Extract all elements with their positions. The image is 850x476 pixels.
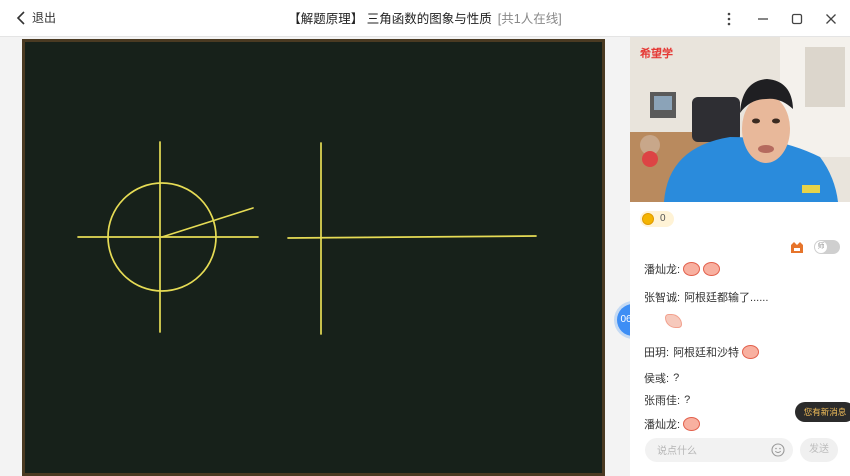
title-bar: 退出 【解题原理】 三角函数的图象与性质 [共1人在线] bbox=[0, 0, 850, 37]
chat-sender: 张智诚: bbox=[644, 292, 681, 304]
maximize-icon bbox=[791, 13, 803, 25]
lesson-title: 【解题原理】 三角函数的图象与性质 bbox=[288, 12, 492, 26]
chat-message: 田玥: 阿根廷和沙特 bbox=[644, 344, 760, 360]
more-vertical-icon bbox=[727, 12, 731, 26]
angle-ray bbox=[161, 207, 254, 238]
chat-message: 张智诚: 阿根廷都输了...... bbox=[644, 289, 768, 305]
chat-text: 阿根廷和沙特 bbox=[673, 347, 740, 359]
chat-message: 潘灿龙: bbox=[644, 416, 701, 432]
exit-label: 退出 bbox=[32, 11, 57, 25]
coin-icon bbox=[642, 213, 654, 225]
chat-message: 潘灿龙: bbox=[644, 261, 721, 277]
graph-x-axis bbox=[287, 235, 537, 239]
monkey-emoji-icon bbox=[683, 262, 701, 276]
chat-message: 侯彧: ? bbox=[644, 370, 679, 386]
coin-count: 0 bbox=[660, 213, 666, 224]
coin-counter: 0 bbox=[640, 211, 674, 227]
minimize-icon bbox=[758, 18, 768, 20]
teacher-only-toggle[interactable]: 师 bbox=[814, 240, 840, 254]
gift-icon[interactable] bbox=[790, 242, 804, 254]
online-count: [共1人在线] bbox=[497, 12, 562, 26]
chat-input-bar bbox=[645, 438, 793, 462]
chat-sender: 潘灿龙: bbox=[644, 264, 681, 276]
exit-button[interactable]: 退出 bbox=[16, 9, 56, 27]
board-area bbox=[0, 37, 630, 476]
monkey-emoji-icon bbox=[742, 345, 760, 359]
monkey-emoji-icon bbox=[703, 262, 721, 276]
back-arrow-icon bbox=[16, 11, 25, 25]
maximize-button[interactable] bbox=[787, 9, 807, 29]
chat-input[interactable] bbox=[655, 442, 769, 460]
close-button[interactable] bbox=[821, 9, 841, 29]
teacher-camera-image bbox=[630, 37, 850, 202]
chat-sender: 张雨佳: bbox=[644, 395, 681, 407]
send-button[interactable]: 发送 bbox=[800, 438, 838, 462]
chat-message: 张雨佳: ? bbox=[644, 392, 690, 408]
chat-text: 阿根廷都输了...... bbox=[684, 292, 769, 304]
minimize-button[interactable] bbox=[753, 9, 773, 29]
close-icon bbox=[826, 14, 836, 24]
chat-message bbox=[662, 314, 682, 328]
more-menu-button[interactable] bbox=[719, 9, 739, 29]
chat-text: ? bbox=[684, 394, 691, 406]
brand-logo: 希望学 bbox=[640, 48, 673, 60]
teacher-toggle-label: 师 bbox=[815, 241, 827, 253]
heart-emoji-icon bbox=[665, 314, 682, 328]
emoji-picker-icon[interactable] bbox=[771, 443, 785, 457]
teacher-video: 希望学 bbox=[630, 37, 850, 202]
new-message-button[interactable]: 您有新消息 bbox=[795, 402, 850, 422]
chat-sender: 侯彧: bbox=[644, 373, 670, 385]
chalkboard bbox=[22, 39, 605, 476]
chat-sender: 田玥: bbox=[644, 347, 670, 359]
monkey-emoji-icon bbox=[683, 417, 701, 431]
chat-text: ? bbox=[673, 372, 680, 384]
chat-sender: 潘灿龙: bbox=[644, 419, 681, 431]
chalk-drawing bbox=[77, 141, 537, 335]
